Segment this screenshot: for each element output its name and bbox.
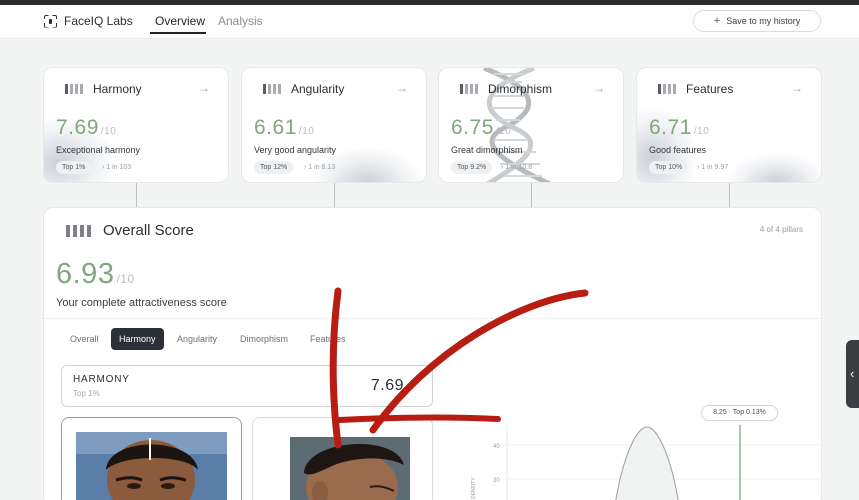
y-tick-40: 40 [493, 444, 500, 450]
rarity-text: › 1 in 8.13 [304, 164, 336, 171]
card-angularity[interactable]: Angularity → 6.61/10 Very good angularit… [241, 67, 427, 183]
card-harmony[interactable]: Harmony → 7.69/10 Exceptional harmony To… [43, 67, 229, 183]
subtab-harmony[interactable]: Harmony [111, 328, 164, 350]
card-score: 7.69/10 [56, 116, 116, 140]
score-scale: /10 [495, 126, 512, 137]
pillar-bars-icon [658, 84, 676, 94]
front-photo-card[interactable] [61, 417, 242, 500]
pillars-count: 4 of 4 pillars [759, 225, 803, 234]
arrow-right-icon[interactable]: → [791, 81, 803, 95]
overall-subtitle: Your complete attractiveness score [56, 297, 227, 309]
face-scan-icon [44, 15, 57, 28]
panel-title: Overall Score [103, 222, 194, 239]
rarity-text: › 1 in 103 [102, 164, 132, 171]
score-value: 7.69 [56, 116, 99, 139]
y-axis-label: DENSITY [471, 477, 477, 499]
chevron-left-icon[interactable]: ‹ [846, 340, 859, 408]
side-profile-photo [290, 437, 410, 500]
card-connector-line [531, 183, 532, 207]
subtab-angularity[interactable]: Angularity [177, 328, 217, 350]
card-title: Harmony [93, 82, 142, 96]
side-photo-card[interactable] [252, 417, 433, 500]
rarity-text: › 1 in 9.97 [697, 164, 729, 171]
card-description: Exceptional harmony [56, 145, 141, 155]
pillar-bars-icon [263, 84, 281, 94]
active-tab-indicator [150, 32, 206, 34]
rarity-text: › 1 in 10.8 [501, 164, 533, 171]
top-navigation: FaceIQ Labs Overview Analysis + Save to … [0, 5, 859, 39]
y-tick-30: 30 [493, 478, 500, 484]
overall-score-value: 6.93 [56, 258, 115, 290]
harmony-label: HARMONY [73, 374, 130, 385]
arrow-right-icon[interactable]: → [396, 81, 408, 95]
card-title: Dimorphism [488, 82, 553, 96]
score-value: 6.71 [649, 116, 692, 139]
percentile-badge: Top 1% [56, 161, 92, 174]
card-score: 6.71/10 [649, 116, 709, 140]
card-connector-line [334, 183, 335, 207]
subtab-features[interactable]: Features [310, 328, 346, 350]
card-description: Good features [649, 145, 707, 155]
pillar-bars-icon [460, 84, 478, 94]
card-title: Features [686, 82, 734, 96]
card-description: Great dimorphism [451, 145, 523, 155]
card-score: 6.61/10 [254, 116, 314, 140]
arrow-right-icon[interactable]: → [198, 81, 210, 95]
pillar-bars-icon [65, 84, 83, 94]
panel-divider [44, 318, 823, 319]
score-value: 6.61 [254, 116, 297, 139]
front-face-photo [76, 432, 227, 500]
score-value: 6.75 [451, 116, 494, 139]
harmony-score-row[interactable]: HARMONY Top 1% 7.69 [61, 365, 433, 407]
harmony-value: 7.69 [370, 377, 404, 394]
arrow-right-icon[interactable]: → [593, 81, 605, 95]
percentile-badge: Top 12% [254, 161, 294, 174]
card-dimorphism[interactable]: Dimorphism → 6.75/10 Great dimorphism To… [438, 67, 624, 183]
percentile-badge: Top 9.2% [451, 161, 493, 174]
density-curve [615, 426, 679, 500]
overall-score-scale: /10 [116, 272, 135, 286]
card-connector-line [136, 183, 137, 207]
brand-name: FaceIQ Labs [64, 14, 133, 28]
brand-logo[interactable]: FaceIQ Labs [44, 14, 133, 28]
score-scale: /10 [100, 126, 117, 137]
card-features[interactable]: Features → 6.71/10 Good features Top 10%… [636, 67, 822, 183]
save-button-label: Save to my history [726, 16, 801, 26]
subtab-dimorphism[interactable]: Dimorphism [240, 328, 288, 350]
card-description: Very good angularity [254, 145, 337, 155]
tab-overview[interactable]: Overview [155, 14, 205, 28]
score-scale: /10 [298, 126, 315, 137]
subtab-overall[interactable]: Overall [70, 328, 99, 350]
plus-icon: + [713, 15, 721, 27]
tab-analysis[interactable]: Analysis [218, 14, 263, 28]
density-chart: 40 30 DENSITY [471, 425, 825, 500]
harmony-percentile: Top 1% [73, 389, 100, 398]
percentile-badge: Top 10% [649, 161, 689, 174]
score-scale: /10 [693, 126, 710, 137]
card-connector-line [729, 183, 730, 207]
card-score: 6.75/10 [451, 116, 511, 140]
score-tooltip: 8.25 · Top 0.13% [701, 405, 778, 421]
overall-score: 6.93/10 [56, 258, 135, 291]
pillar-bars-icon [66, 224, 91, 237]
save-to-history-button[interactable]: + Save to my history [693, 10, 821, 32]
card-title: Angularity [291, 82, 345, 96]
